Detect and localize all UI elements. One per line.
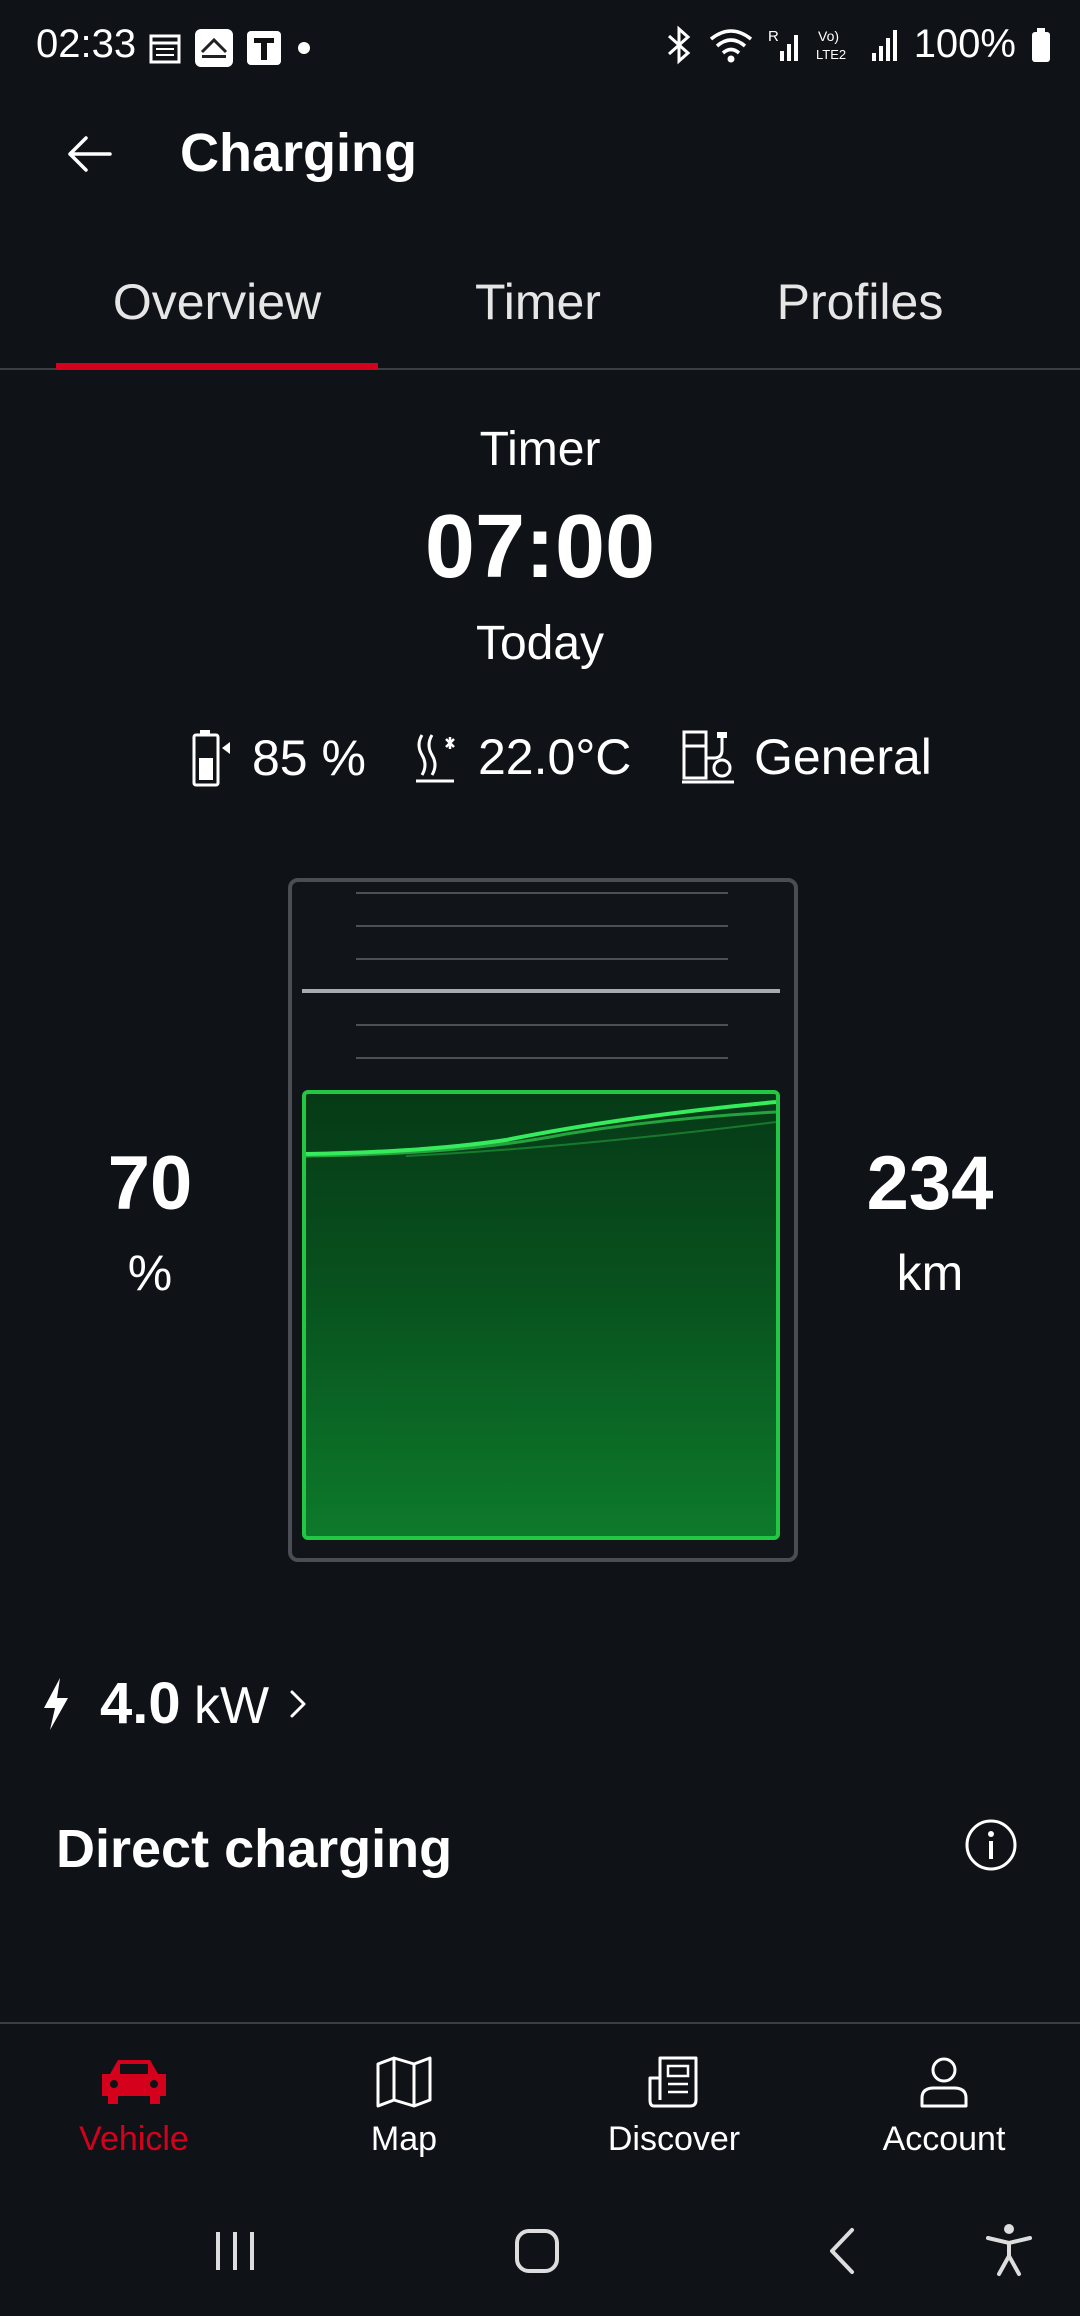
calendar-icon bbox=[149, 34, 181, 64]
battery-icon bbox=[1032, 27, 1050, 62]
nav-discover[interactable]: Discover bbox=[574, 2054, 774, 2159]
app-icon bbox=[195, 29, 233, 67]
nav-account-label: Account bbox=[882, 2120, 1006, 2158]
tab-bar: Overview Timer Profiles bbox=[0, 260, 1080, 370]
climate-stat: 22.0°C bbox=[414, 728, 631, 786]
wifi-icon bbox=[709, 28, 752, 62]
accessibility-icon[interactable] bbox=[984, 2222, 1034, 2278]
battery-level-gauge bbox=[288, 878, 798, 1562]
bottom-navigation: Vehicle Map Discover Account bbox=[0, 2022, 1080, 2194]
system-status-icons: R Vo) LTE2 100% bbox=[664, 22, 1052, 67]
gauge-tick bbox=[356, 892, 728, 894]
charging-power-value[interactable]: 4.0 bbox=[100, 1670, 181, 1737]
charge-level-unit: % bbox=[127, 1245, 173, 1301]
range-unit: km bbox=[896, 1245, 964, 1301]
gauge-tick bbox=[356, 1057, 728, 1059]
battery-target-icon bbox=[192, 730, 230, 787]
signal-r-icon: R bbox=[768, 28, 798, 61]
battery-percent: 100% bbox=[913, 22, 1016, 66]
profile-value: General bbox=[754, 729, 932, 785]
status-bar: 02:33 R Vo) LTE2 100% bbox=[0, 0, 1080, 96]
gauge-tick bbox=[356, 925, 728, 927]
map-icon bbox=[376, 2056, 432, 2108]
back-arrow-icon[interactable] bbox=[60, 124, 120, 184]
target-charge-value: 85 % bbox=[252, 730, 366, 786]
nav-account[interactable]: Account bbox=[844, 2054, 1044, 2159]
nav-map[interactable]: Map bbox=[304, 2054, 504, 2159]
target-charge-stat: 85 % bbox=[190, 728, 366, 788]
dot-icon bbox=[298, 42, 310, 54]
back-nav-icon[interactable] bbox=[822, 2226, 862, 2276]
page-title: Charging bbox=[180, 123, 417, 183]
tab-overview[interactable]: Overview bbox=[57, 260, 377, 368]
battery-fill bbox=[302, 1090, 780, 1540]
nav-map-label: Map bbox=[370, 2120, 438, 2158]
timer-day: Today bbox=[475, 617, 605, 670]
signal-icon bbox=[871, 29, 897, 61]
timer-time[interactable]: 07:00 bbox=[0, 496, 1080, 599]
system-navigation-bar bbox=[0, 2196, 1080, 2316]
climate-icon bbox=[416, 734, 455, 783]
nav-vehicle-label: Vehicle bbox=[79, 2120, 189, 2158]
tab-timer[interactable]: Timer bbox=[378, 260, 698, 368]
chevron-right-icon[interactable] bbox=[286, 1686, 310, 1722]
svg-text:LTE2: LTE2 bbox=[816, 47, 846, 62]
charging-station-icon bbox=[682, 730, 734, 784]
account-icon bbox=[920, 2057, 968, 2108]
info-icon[interactable] bbox=[964, 1818, 1018, 1872]
gauge-tick bbox=[356, 1024, 728, 1026]
recents-icon[interactable] bbox=[210, 2226, 260, 2276]
t-app-icon bbox=[247, 31, 281, 65]
charge-wave bbox=[306, 1100, 776, 1158]
direct-charging-title: Direct charging bbox=[56, 1819, 453, 1879]
range-value: 234 bbox=[866, 1141, 994, 1226]
home-icon[interactable] bbox=[512, 2226, 562, 2276]
notification-icons bbox=[148, 28, 314, 68]
active-tab-indicator bbox=[56, 363, 378, 370]
svg-text:R: R bbox=[768, 28, 779, 45]
lightning-bolt-icon bbox=[44, 1678, 68, 1730]
charge-level-value: 70 bbox=[107, 1141, 193, 1226]
profile-stat: General bbox=[680, 728, 932, 786]
svg-text:Vo): Vo) bbox=[818, 28, 839, 44]
nav-vehicle[interactable]: Vehicle bbox=[34, 2054, 234, 2159]
status-time: 02:33 bbox=[36, 22, 137, 66]
car-icon bbox=[102, 2060, 166, 2104]
discover-icon bbox=[648, 2056, 698, 2108]
charging-power-unit: kW bbox=[194, 1677, 270, 1735]
tab-profiles[interactable]: Profiles bbox=[700, 260, 1020, 368]
nav-discover-label: Discover bbox=[607, 2120, 741, 2158]
volte-icon: Vo) LTE2 bbox=[816, 28, 846, 62]
bluetooth-icon bbox=[667, 25, 690, 64]
gauge-tick bbox=[356, 958, 728, 960]
timer-label: Timer bbox=[479, 423, 601, 476]
climate-temp-value: 22.0°C bbox=[478, 729, 632, 785]
target-charge-line bbox=[302, 989, 780, 993]
